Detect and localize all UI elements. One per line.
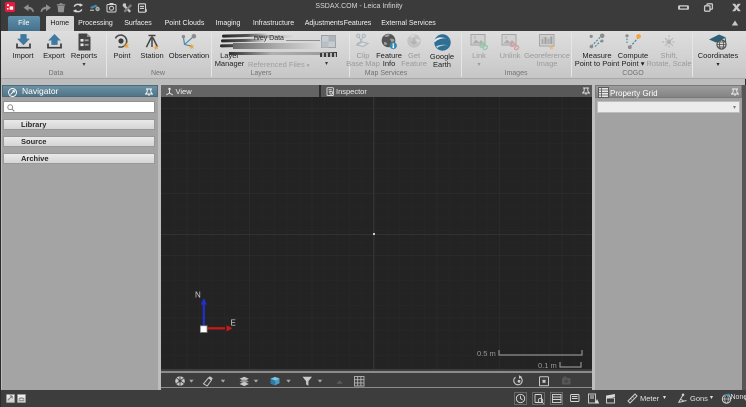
- svg-text:E: E: [231, 319, 236, 328]
- svg-text:N: N: [195, 291, 201, 300]
